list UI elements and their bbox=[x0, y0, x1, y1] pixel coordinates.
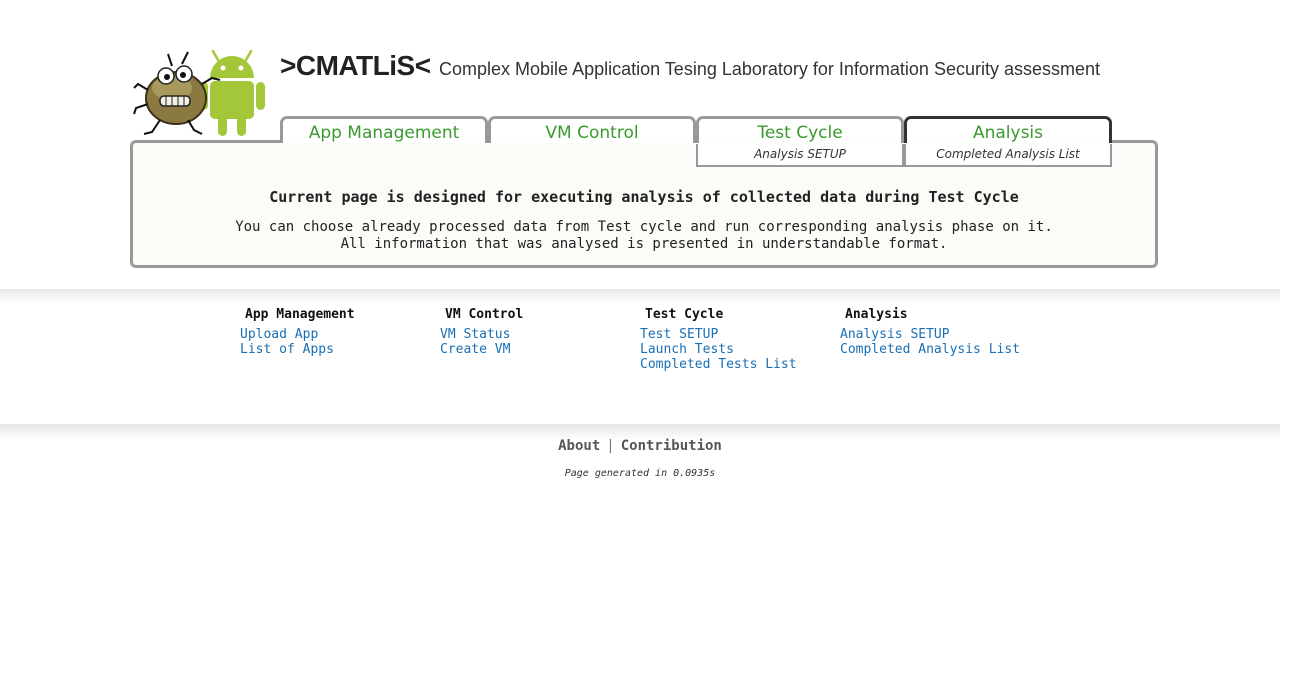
sitemap-column-app-management: App Management Upload App List of Apps bbox=[240, 307, 355, 357]
about-link[interactable]: About bbox=[558, 438, 600, 454]
sitemap-heading: VM Control bbox=[445, 307, 524, 322]
panel-heading: Current page is designed for executing a… bbox=[269, 188, 1019, 206]
page-generation-time: Page generated in 0.0935s bbox=[564, 468, 716, 479]
sitemap-heading: App Management bbox=[245, 307, 355, 322]
sitemap-column-vm-control: VM Control VM Status Create VM bbox=[440, 307, 523, 357]
sitemap-link-analysis-setup[interactable]: Analysis SETUP bbox=[840, 327, 1020, 342]
sitemap-link-list-of-apps[interactable]: List of Apps bbox=[240, 342, 355, 357]
sitemap-link-vm-status[interactable]: VM Status bbox=[440, 327, 523, 342]
sitemap-link-completed-analysis-list[interactable]: Completed Analysis List bbox=[840, 342, 1020, 357]
app-name: >CMATLiS< bbox=[280, 50, 431, 81]
footer-separator: | bbox=[606, 438, 615, 454]
sitemap-column-analysis: Analysis Analysis SETUP Completed Analys… bbox=[840, 307, 1020, 357]
sitemap-link-upload-app[interactable]: Upload App bbox=[240, 327, 355, 342]
sitemap-column-test-cycle: Test Cycle Test SETUP Launch Tests Compl… bbox=[640, 307, 797, 372]
footer-links: About | Contribution bbox=[0, 438, 1280, 454]
sitemap-link-create-vm[interactable]: Create VM bbox=[440, 342, 523, 357]
tab-app-management[interactable]: App Management bbox=[280, 116, 488, 143]
sitemap-heading: Analysis bbox=[845, 307, 908, 322]
page: >CMATLiS< Complex Mobile Application Tes… bbox=[0, 0, 1300, 697]
sitemap-heading: Test Cycle bbox=[645, 307, 724, 322]
subtab-completed-analysis-list[interactable]: Completed Analysis List bbox=[904, 144, 1112, 167]
site-title: >CMATLiS< Complex Mobile Application Tes… bbox=[280, 50, 1100, 82]
sitemap-divider bbox=[0, 289, 1280, 303]
subtab-analysis-setup[interactable]: Analysis SETUP bbox=[696, 144, 904, 167]
tab-vm-control[interactable]: VM Control bbox=[488, 116, 696, 143]
bug-android-logo-icon[interactable] bbox=[132, 40, 274, 140]
panel-description-line-1: You can choose already processed data fr… bbox=[235, 219, 1053, 235]
panel-description-line-2: All information that was analysed is pre… bbox=[340, 236, 948, 252]
sitemap-link-completed-tests-list[interactable]: Completed Tests List bbox=[640, 357, 797, 372]
sitemap-link-test-setup[interactable]: Test SETUP bbox=[640, 327, 797, 342]
sitemap-link-launch-tests[interactable]: Launch Tests bbox=[640, 342, 797, 357]
app-description: Complex Mobile Application Tesing Labora… bbox=[439, 59, 1101, 79]
android-robot-icon bbox=[199, 49, 265, 136]
tab-analysis[interactable]: Analysis bbox=[904, 116, 1112, 143]
contribution-link[interactable]: Contribution bbox=[621, 438, 722, 454]
tab-test-cycle[interactable]: Test Cycle bbox=[696, 116, 904, 143]
